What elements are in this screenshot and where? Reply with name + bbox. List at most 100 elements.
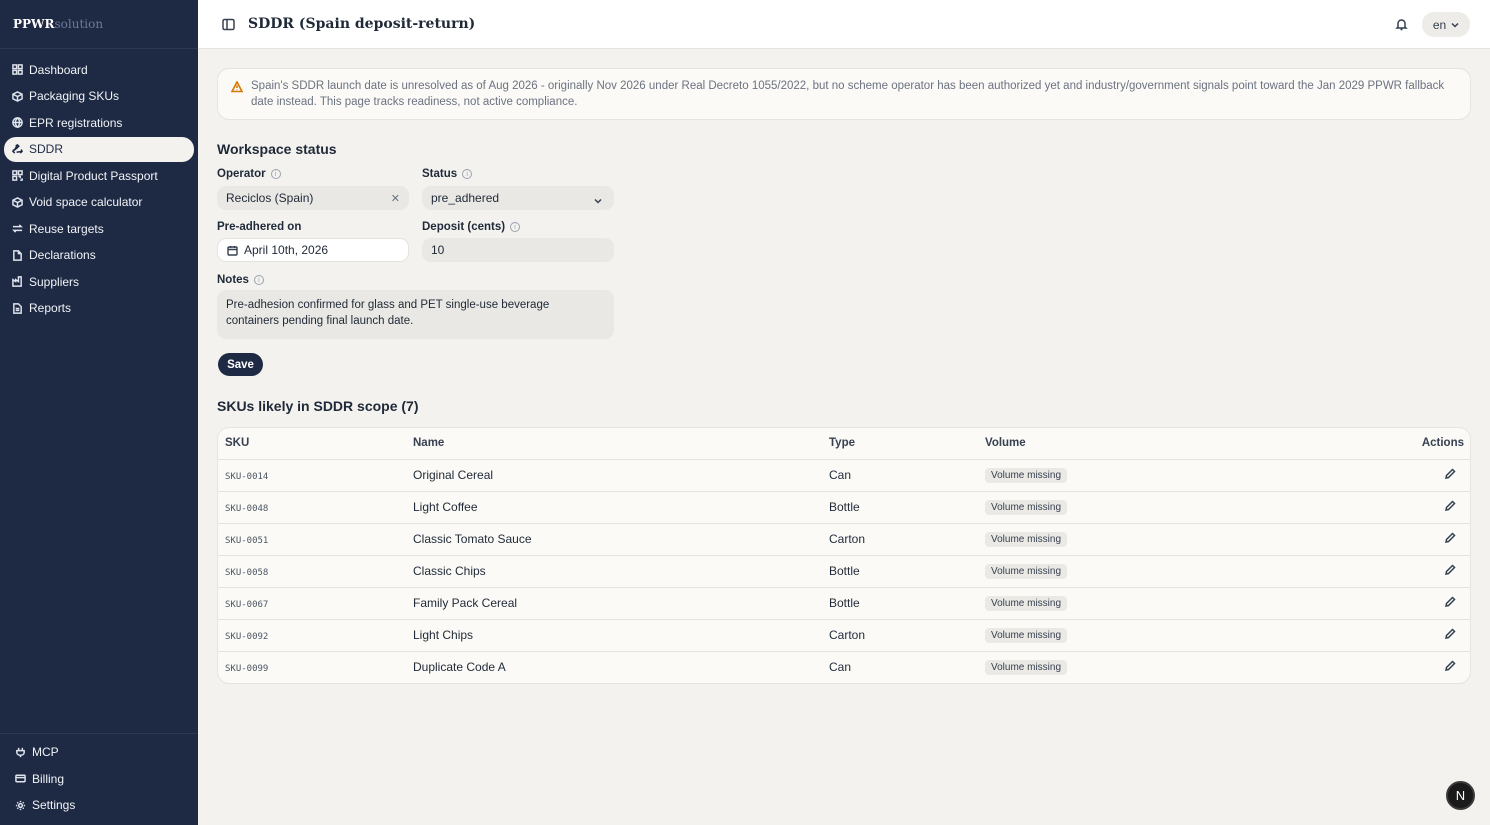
file-icon	[12, 249, 23, 261]
volume-badge: Volume missing	[985, 468, 1068, 483]
sku-name: Original Cereal	[413, 459, 829, 492]
sku-code: SKU-0051	[225, 536, 269, 546]
sku-type: Carton	[829, 523, 985, 556]
plug-icon	[15, 747, 26, 758]
sku-type: Can	[829, 459, 985, 492]
sku-code: SKU-0099	[225, 664, 269, 675]
sku-name: Light Chips	[413, 619, 829, 652]
sidebar-item-declarations[interactable]: Declarations	[4, 243, 194, 268]
sku-code: SKU-0067	[225, 600, 269, 610]
column-header-volume: Volume	[985, 428, 1350, 460]
language-select[interactable]: en	[1422, 12, 1470, 37]
deposit-label: Deposit (cents) i	[422, 221, 521, 233]
warning-icon	[230, 80, 244, 93]
workspace-status-title: Workspace status	[217, 141, 337, 157]
skus-table: SKU Name Type Volume Actions SKU-0014 Or…	[217, 427, 1471, 684]
sidebar-toggle-icon[interactable]	[222, 18, 235, 31]
pencil-icon[interactable]	[1445, 468, 1456, 479]
sidebar-item-void-space-calculator[interactable]: Void space calculator	[4, 190, 194, 215]
preadhered-label: Pre-adhered on	[217, 221, 301, 233]
calendar-icon	[227, 245, 238, 256]
notes-value: Pre-adhesion confirmed for glass and PET…	[226, 299, 550, 327]
info-icon[interactable]: i	[270, 169, 281, 179]
preadhered-date-picker[interactable]: April 10th, 2026	[217, 238, 409, 262]
sidebar-item-billing[interactable]: Billing	[7, 766, 194, 791]
sidebar-item-packaging-skus[interactable]: Packaging SKUs	[4, 84, 194, 109]
notes-label: Notes i	[217, 274, 264, 286]
sku-type: Carton	[829, 619, 985, 652]
pencil-icon[interactable]	[1445, 564, 1456, 575]
sidebar-item-suppliers[interactable]: Suppliers	[4, 269, 194, 294]
dashboard-icon	[12, 64, 23, 75]
chevron-down-icon	[1451, 18, 1459, 32]
pencil-icon[interactable]	[1445, 628, 1456, 639]
preadhered-label-text: Pre-adhered on	[217, 221, 302, 233]
deposit-value: 10	[431, 243, 445, 257]
language-value: en	[1432, 17, 1447, 32]
page-title: SDDR (Spain deposit-return)	[248, 16, 476, 32]
pencil-icon[interactable]	[1445, 660, 1456, 672]
package-icon	[12, 90, 23, 102]
table-row[interactable]: SKU-0067 Family Pack Cereal Bottle Volum…	[218, 587, 1470, 620]
column-header-name: Name	[413, 428, 829, 460]
clear-icon[interactable]: ✕	[391, 192, 400, 205]
pencil-icon[interactable]	[1445, 500, 1456, 511]
sidebar-item-label: Declarations	[29, 248, 96, 262]
box-icon	[12, 196, 23, 208]
sku-type: Can	[829, 660, 852, 675]
sidebar-item-sddr[interactable]: SDDR	[4, 136, 194, 162]
table-header-row: SKU Name Type Volume Actions	[218, 428, 1470, 460]
volume-badge: Volume missing	[985, 660, 1068, 676]
globe-icon	[12, 117, 23, 128]
operator-label-text: Operator	[217, 168, 266, 180]
status-label: Status i	[422, 168, 473, 180]
sidebar-item-label: Packaging SKUs	[29, 89, 120, 103]
table-row[interactable]: SKU-0048 Light Coffee Bottle Volume miss…	[218, 491, 1470, 524]
info-icon[interactable]: i	[510, 222, 521, 232]
sidebar-item-label: Reports	[29, 301, 72, 315]
sku-type: Bottle	[829, 587, 985, 620]
sidebar-item-mcp[interactable]: MCP	[7, 740, 194, 765]
assistant-fab-button[interactable]: N	[1446, 781, 1475, 810]
sidebar-item-dashboard[interactable]: Dashboard	[4, 57, 194, 82]
table-row[interactable]: SKU-0014 Original Cereal Can Volume miss…	[218, 459, 1470, 492]
notes-textarea[interactable]: Pre-adhesion confirmed for glass and PET…	[217, 290, 614, 339]
sidebar-item-label: Suppliers	[29, 274, 80, 289]
recycle-icon	[12, 143, 23, 155]
table-row[interactable]: SKU-0092 Light Chips Carton Volume missi…	[218, 619, 1470, 652]
info-icon[interactable]: i	[462, 169, 473, 179]
qr-icon	[12, 170, 23, 181]
table-row[interactable]: SKU-0058 Classic Chips Bottle Volume mis…	[218, 555, 1470, 588]
sidebar-item-settings[interactable]: Settings	[7, 793, 194, 818]
table-row[interactable]: SKU-0051 Classic Tomato Sauce Carton Vol…	[218, 523, 1470, 556]
factory-icon	[12, 276, 23, 287]
save-button[interactable]: Save	[218, 353, 263, 376]
sidebar-item-epr-registrations[interactable]: EPR registrations	[4, 110, 194, 135]
alert-text: Spain's SDDR launch date is unresolved a…	[251, 80, 1445, 108]
sidebar-item-reports[interactable]: Reports	[4, 296, 194, 321]
sidebar-item-digital-product-passport[interactable]: Digital Product Passport	[4, 163, 194, 188]
operator-select[interactable]: Reciclos (Spain) ✕	[217, 186, 409, 210]
sidebar-item-reuse-targets[interactable]: Reuse targets	[4, 216, 194, 241]
status-select[interactable]: pre_adhered	[422, 186, 614, 210]
preadhered-value: April 10th, 2026	[244, 243, 329, 257]
sidebar-nav: Dashboard Packaging SKUs EPR registratio…	[0, 49, 198, 321]
brand-logo[interactable]: PPWR solution	[0, 0, 198, 49]
brand-part1: PPWR	[13, 17, 55, 31]
sidebar-item-label: Dashboard	[29, 62, 88, 77]
sidebar: PPWR solution Dashboard Packaging SKUs EP…	[0, 0, 198, 825]
sku-type: Bottle	[829, 555, 985, 588]
sku-type: Bottle	[829, 491, 985, 524]
sku-code: SKU-0058	[225, 568, 269, 578]
table-row[interactable]: SKU-0099 Duplicate Code A Can Volume mis…	[218, 651, 1470, 683]
pencil-icon[interactable]	[1445, 532, 1456, 543]
gear-icon	[15, 800, 26, 811]
sidebar-item-label: Void space calculator	[29, 195, 143, 209]
deposit-input[interactable]: 10	[422, 238, 614, 262]
info-icon[interactable]: i	[253, 275, 264, 285]
chevron-down-icon	[594, 194, 602, 204]
sku-code: SKU-0048	[225, 504, 269, 514]
launch-date-alert: Spain's SDDR launch date is unresolved a…	[217, 68, 1471, 120]
pencil-icon[interactable]	[1445, 596, 1456, 607]
bell-icon[interactable]	[1395, 18, 1408, 31]
